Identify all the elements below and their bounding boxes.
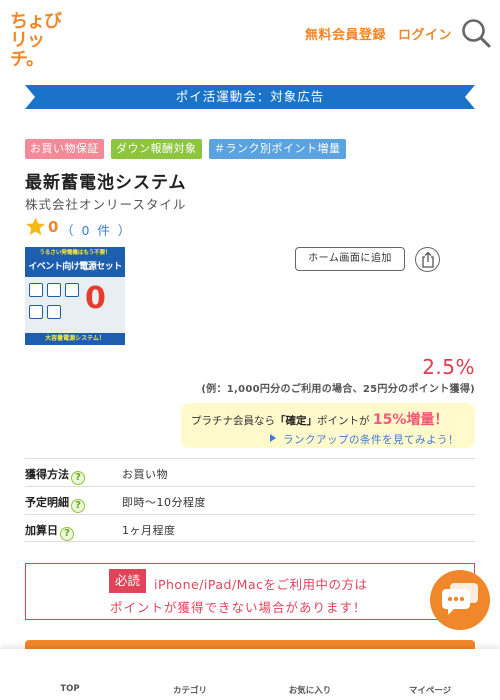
apple-device-notice[interactable]: 必読 iPhone/iPad/Macをご利用中の方は ポイントが獲得できない場合… [25, 563, 475, 620]
help-icon[interactable]: ? [71, 499, 85, 513]
must-read-badge: 必読 [109, 569, 146, 593]
shop-title: 最新蓄電池システム [25, 173, 187, 193]
chobirich-logo[interactable]: ちょび リッチ。 [10, 11, 70, 69]
platinum-confirmed: 「確定」 [275, 415, 317, 427]
banner-title: イベント向け電源セット [28, 262, 122, 272]
share-button[interactable] [415, 247, 440, 272]
point-example: (例：1,000円分のご利用の場合、25円分のポイント獲得) [201, 384, 475, 395]
rankup-conditions-link[interactable]: ランクアップの条件を見てみよう！ [270, 432, 459, 447]
info-label: 獲得方法? [25, 466, 85, 485]
notice-line-2: ポイントが獲得できない場合があります！ [110, 600, 367, 615]
help-icon[interactable]: ? [71, 471, 85, 485]
register-link[interactable]: 無料会員登録 [305, 24, 386, 43]
earning-info-table: 獲得方法? お買い物 予定明細? 即時～10分程度 加算日? 1ヶ月程度 [25, 458, 475, 542]
logo-line-2: リッチ。 [10, 30, 45, 70]
info-value: 即時～10分程度 [122, 496, 206, 509]
banner-footer-text: 大容量電源システム！ [45, 335, 105, 342]
campaign-ribbon[interactable]: ポイ活運動会：対象広告 [25, 85, 475, 109]
info-row-credit-date: 加算日? 1ヶ月程度 [25, 514, 475, 542]
nav-top[interactable]: TOP [30, 684, 110, 694]
info-value: 1ヶ月程度 [122, 524, 176, 537]
platinum-prefix: プラチナ会員なら [191, 415, 275, 427]
chat-bubble-icon [442, 583, 478, 615]
lock-icon [47, 305, 61, 319]
help-icon[interactable]: ? [60, 527, 74, 541]
chat-support-button[interactable] [430, 570, 490, 630]
info-label: 加算日? [25, 522, 74, 541]
cloud-icon [29, 305, 43, 319]
rating-count[interactable]: （ 0 件 ） [61, 220, 132, 239]
search-icon[interactable] [461, 18, 491, 48]
notice-line-1: iPhone/iPad/Macをご利用中の方は [154, 577, 368, 592]
info-value: お買い物 [122, 468, 168, 481]
platinum-boost: 15%増量！ [372, 412, 449, 428]
nav-favorites[interactable]: お気に入り [270, 684, 350, 696]
share-icon [422, 251, 434, 268]
header: ちょび リッチ。 無料会員登録 ログイン [0, 0, 500, 69]
nav-mypage[interactable]: マイページ [390, 684, 470, 696]
info-label: 予定明細? [25, 494, 85, 513]
speaker-icon [47, 283, 61, 297]
bottom-navigation: TOP カテゴリ お気に入り マイページ [0, 649, 500, 700]
tag-purchase-guarantee: お買い物保証 [25, 139, 104, 159]
tag-down-reward: ダウン報酬対象 [111, 139, 202, 159]
point-rate: 2.5% [422, 355, 475, 379]
tag-rank-bonus[interactable]: ＃ランク別ポイント増量 [209, 139, 346, 159]
platinum-bonus-box: プラチナ会員なら「確定」ポイントが 15%増量！ ランクアップの条件を見てみよう… [181, 403, 475, 448]
campaign-ribbon-text: ポイ活運動会：対象広告 [175, 89, 325, 104]
lamp-icon [65, 283, 79, 297]
rankup-link-text[interactable]: ランクアップの条件を見てみよう！ [283, 434, 459, 446]
login-link[interactable]: ログイン [398, 24, 452, 43]
star-icon [25, 216, 46, 237]
rating-score: 0 [48, 218, 59, 236]
info-row-schedule: 予定明細? 即時～10分程度 [25, 486, 475, 514]
logo-line-1: ちょび [10, 11, 62, 32]
banner-zero: 0 [85, 281, 106, 316]
info-row-method: 獲得方法? お買い物 [25, 458, 475, 486]
add-to-home-screen-button[interactable]: ホーム画面に追加 [295, 247, 405, 271]
battery-icon [29, 283, 43, 297]
platinum-mid: ポイントが [317, 415, 370, 427]
nav-category[interactable]: カテゴリ [150, 684, 230, 696]
platinum-message: プラチナ会員なら「確定」ポイントが 15%増量！ [191, 409, 448, 429]
company-name: 株式会社オンリースタイル [25, 197, 187, 212]
ad-banner-image: うるさい発電機はもう不要！ イベント向け電源セット 0 大容量電源システム！ [25, 247, 125, 345]
banner-subtitle: うるさい発電機はもう不要！ [39, 250, 111, 256]
